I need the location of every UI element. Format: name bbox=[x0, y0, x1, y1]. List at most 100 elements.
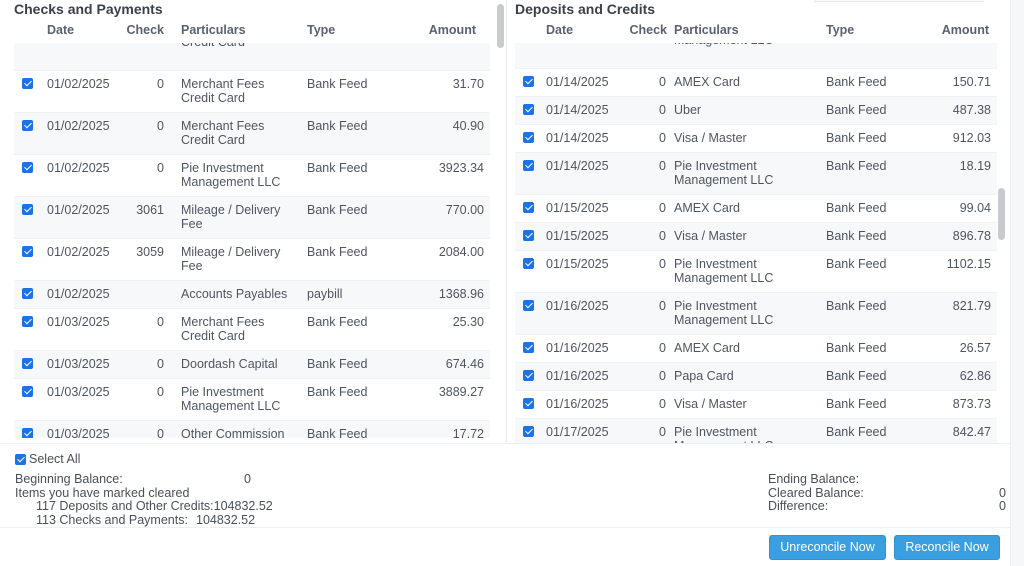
date-cell: 01/14/2025 bbox=[546, 103, 609, 117]
column-header-type[interactable]: Type bbox=[307, 23, 335, 37]
row-checkbox[interactable] bbox=[523, 300, 534, 311]
table-row[interactable]: 01/03/2025 0 Merchant Fees Credit Card Bank … bbox=[14, 309, 490, 351]
column-header-date[interactable]: Date bbox=[546, 23, 573, 37]
particulars-cell: Uber bbox=[674, 103, 701, 117]
deposits-cleared-label: 117 Deposits and Other Credits: bbox=[36, 499, 214, 513]
table-row[interactable]: 01/14/2025 0 Visa / Master Bank Feed 912.03 bbox=[515, 125, 997, 153]
row-checkbox[interactable] bbox=[22, 162, 33, 173]
particulars-line: Papa Card bbox=[674, 369, 734, 383]
amount-cell: 2084.00 bbox=[438, 245, 484, 259]
row-checkbox[interactable] bbox=[22, 78, 33, 89]
row-checkbox[interactable] bbox=[523, 370, 534, 381]
select-all-label: Select All bbox=[29, 452, 81, 466]
type-cell: Bank Feed bbox=[307, 119, 368, 133]
table-row[interactable]: 01/14/2025 0 AMEX Card Bank Feed 150.71 bbox=[515, 69, 997, 97]
table-row[interactable]: 01/03/2025 0 Other Commission Bank Feed 17.7… bbox=[14, 421, 490, 438]
particulars-line: Pie Investment bbox=[674, 257, 757, 271]
table-row[interactable]: 01/15/2025 0 Pie Investment Management LLC B… bbox=[515, 251, 997, 293]
reconcile-now-button[interactable]: Reconcile Now bbox=[894, 535, 1000, 560]
row-checkbox[interactable] bbox=[22, 358, 33, 369]
row-checkbox[interactable] bbox=[523, 76, 534, 87]
table-row[interactable]: 01/14/2025 0 Uber Bank Feed 487.38 bbox=[515, 97, 997, 125]
check-cell: 0 bbox=[157, 385, 164, 399]
row-checkbox[interactable] bbox=[523, 104, 534, 115]
row-checkbox[interactable] bbox=[523, 258, 534, 269]
amount-cell: 896.78 bbox=[952, 229, 991, 243]
amount-cell: 26.57 bbox=[959, 341, 991, 355]
checks-scrollbar[interactable] bbox=[497, 4, 504, 48]
row-checkbox[interactable] bbox=[22, 428, 33, 438]
table-row[interactable]: 01/03/2025 0 Doordash Capital Bank Feed 674.… bbox=[14, 351, 490, 379]
deposits-scrollbar[interactable] bbox=[998, 188, 1005, 240]
column-header-check[interactable]: Check bbox=[629, 23, 667, 37]
table-row[interactable]: 01/02/2025 0 Pie Investment Management LLC B… bbox=[14, 155, 490, 197]
row-checkbox[interactable] bbox=[22, 288, 33, 299]
table-row[interactable]: 01/16/2025 0 Papa Card Bank Feed 62.86 bbox=[515, 363, 997, 391]
balance-summary: Ending Balance: Cleared Balance: 0 Diffe… bbox=[768, 472, 1006, 514]
column-header-type[interactable]: Type bbox=[826, 23, 854, 37]
row-checkbox[interactable] bbox=[523, 398, 534, 409]
unreconcile-now-button[interactable]: Unreconcile Now bbox=[769, 535, 886, 560]
row-checkbox[interactable] bbox=[523, 132, 534, 143]
table-row[interactable]: 01/16/2025 0 Pie Investment Management LLC B… bbox=[515, 293, 997, 335]
row-checkbox[interactable] bbox=[523, 160, 534, 171]
particulars-line: AMEX Card bbox=[674, 75, 740, 89]
table-row[interactable]: 01/02/2025 0 Merchant Fees Credit Card Bank … bbox=[14, 113, 490, 155]
particulars-line: Credit Card bbox=[181, 91, 245, 105]
checkbox-checked-icon[interactable] bbox=[15, 453, 26, 465]
particulars-line: Pie Investment bbox=[674, 299, 757, 313]
check-cell: 0 bbox=[659, 131, 666, 145]
column-header-date[interactable]: Date bbox=[47, 23, 74, 37]
table-row[interactable]: 01/03/2025 0 Pie Investment Management LLC B… bbox=[14, 379, 490, 421]
table-row[interactable]: Management LLC bbox=[515, 43, 997, 69]
table-row[interactable]: 01/02/2025 3061 Mileage / Delivery Fee Bank … bbox=[14, 197, 490, 239]
row-checkbox[interactable] bbox=[22, 316, 33, 327]
check-cell: 0 bbox=[157, 427, 164, 438]
type-cell: Bank Feed bbox=[826, 397, 887, 411]
column-header-amount[interactable]: Amount bbox=[942, 23, 989, 37]
row-checkbox[interactable] bbox=[22, 120, 33, 131]
amount-cell: 674.46 bbox=[445, 357, 484, 371]
table-row[interactable]: 01/16/2025 0 Visa / Master Bank Feed 873.73 bbox=[515, 391, 997, 419]
type-cell: paybill bbox=[307, 287, 343, 301]
amount-cell: 1102.15 bbox=[946, 257, 991, 271]
checks-rows: Credit Card01/02/20250Merchant FeesCredi… bbox=[14, 43, 490, 438]
amount-cell: 487.38 bbox=[952, 103, 991, 117]
table-row[interactable]: 01/17/2025 0 Pie InvestmentManagement LLC B… bbox=[515, 419, 997, 443]
column-header-particulars[interactable]: Particulars bbox=[181, 23, 246, 37]
particulars-line: Pie Investment bbox=[181, 385, 264, 399]
check-cell: 0 bbox=[659, 369, 666, 383]
particulars-line: Credit Card bbox=[181, 133, 245, 147]
particulars-cell: Doordash Capital bbox=[181, 357, 278, 371]
particulars-line: Pie Investment bbox=[674, 159, 757, 173]
row-checkbox[interactable] bbox=[523, 342, 534, 353]
table-row[interactable]: 01/02/2025 Accounts Payables paybill 1368.9… bbox=[14, 281, 490, 309]
row-checkbox[interactable] bbox=[523, 426, 534, 437]
particulars-cell: AMEX Card bbox=[674, 201, 740, 215]
date-cell: 01/03/2025 bbox=[47, 357, 110, 371]
table-row[interactable]: 01/15/2025 0 Visa / Master Bank Feed 896.78 bbox=[515, 223, 997, 251]
particulars-cell: Visa / Master bbox=[674, 131, 747, 145]
row-checkbox[interactable] bbox=[523, 202, 534, 213]
table-row[interactable]: 01/02/2025 0 Merchant Fees Credit Card Bank … bbox=[14, 71, 490, 113]
amount-cell: 25.30 bbox=[452, 315, 484, 329]
table-row[interactable]: Credit Card bbox=[14, 43, 490, 71]
amount-cell: 40.90 bbox=[452, 119, 484, 133]
particulars-cell: Credit Card bbox=[181, 43, 245, 49]
select-all-checkbox[interactable]: Select All bbox=[15, 452, 80, 466]
row-checkbox[interactable] bbox=[523, 230, 534, 241]
column-header-check[interactable]: Check bbox=[126, 23, 164, 37]
table-row[interactable]: 01/02/2025 3059 Mileage / Delivery Fee Bank … bbox=[14, 239, 490, 281]
row-checkbox[interactable] bbox=[22, 204, 33, 215]
table-row[interactable]: 01/15/2025 0 AMEX Card Bank Feed 99.04 bbox=[515, 195, 997, 223]
column-header-amount[interactable]: Amount bbox=[429, 23, 476, 37]
particulars-cell: Visa / Master bbox=[674, 229, 747, 243]
table-row[interactable]: 01/14/2025 0 Pie Investment Management LLC B… bbox=[515, 153, 997, 195]
particulars-line: AMEX Card bbox=[674, 201, 740, 215]
row-checkbox[interactable] bbox=[22, 386, 33, 397]
column-header-particulars[interactable]: Particulars bbox=[674, 23, 739, 37]
row-checkbox[interactable] bbox=[22, 246, 33, 257]
table-row[interactable]: 01/16/2025 0 AMEX Card Bank Feed 26.57 bbox=[515, 335, 997, 363]
check-cell: 0 bbox=[157, 161, 164, 175]
date-cell: 01/15/2025 bbox=[546, 201, 609, 215]
